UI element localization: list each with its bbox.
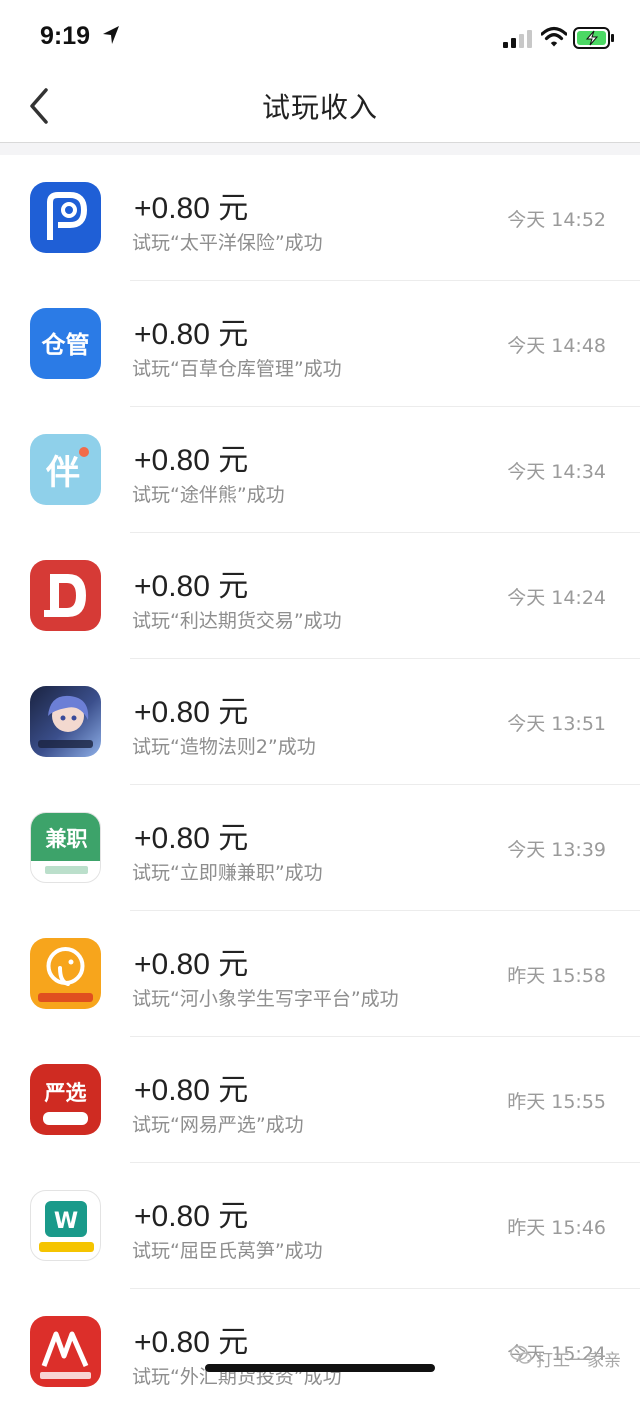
watsons-icon: W bbox=[30, 1190, 101, 1261]
tuban-icon-glyph: 伴 bbox=[45, 453, 80, 493]
income-time: 今天 14:48 bbox=[507, 335, 606, 357]
income-description: 试玩“屈臣氏莴笋”成功 bbox=[132, 1240, 323, 1262]
income-amount: +0.80 元 bbox=[134, 444, 249, 477]
income-record-list: +0.80 元 试玩“太平洋保险”成功 今天 14:52 仓管 +0.80 元 … bbox=[0, 155, 640, 1415]
wifi-icon bbox=[541, 26, 567, 47]
income-amount: +0.80 元 bbox=[134, 822, 249, 855]
income-time: 今天 13:51 bbox=[507, 713, 606, 735]
income-record-row[interactable]: 仓管 +0.80 元 试玩“百草仓库管理”成功 今天 14:48 bbox=[0, 281, 640, 407]
income-record-row[interactable]: +0.80 元 试玩“利达期货交易”成功 今天 14:24 bbox=[0, 533, 640, 659]
income-time: 昨天 15:46 bbox=[507, 1217, 606, 1239]
income-description: 试玩“太平洋保险”成功 bbox=[132, 232, 323, 254]
income-record-row[interactable]: +0.80 元 试玩“造物法则2”成功 今天 13:51 bbox=[0, 659, 640, 785]
parttime-job-icon: 兼职 bbox=[30, 812, 101, 883]
watsons-icon-glyph: W bbox=[54, 1209, 78, 1234]
home-indicator[interactable] bbox=[205, 1364, 435, 1372]
income-description: 试玩“途伴熊”成功 bbox=[132, 484, 285, 506]
income-description: 试玩“利达期货交易”成功 bbox=[132, 610, 342, 632]
wechat-watermark-icon bbox=[510, 1345, 532, 1364]
page-title: 试玩收入 bbox=[261, 91, 378, 124]
warehouse-icon-glyph: 仓管 bbox=[41, 331, 90, 359]
income-description: 试玩“河小象学生写字平台”成功 bbox=[132, 988, 399, 1010]
elephant-writing-icon bbox=[30, 938, 101, 1009]
income-record-row[interactable]: +0.80 元 试玩“太平洋保险”成功 今天 14:52 bbox=[0, 155, 640, 281]
yanxuan-icon-glyph: 严选 bbox=[45, 1081, 87, 1105]
income-time: 今天 14:24 bbox=[507, 587, 606, 609]
income-record-row[interactable]: 严选 +0.80 元 试玩“网易严选”成功 昨天 15:55 bbox=[0, 1037, 640, 1163]
status-time: 9:19 bbox=[40, 22, 91, 50]
income-amount: +0.80 元 bbox=[134, 1200, 249, 1233]
income-record-row[interactable]: 伴 +0.80 元 试玩“途伴熊”成功 今天 14:34 bbox=[0, 407, 640, 533]
income-description: 试玩“网易严选”成功 bbox=[132, 1114, 304, 1136]
income-time: 昨天 15:55 bbox=[507, 1091, 606, 1113]
zaowu-game-icon bbox=[30, 686, 101, 757]
baicao-warehouse-icon: 仓管 bbox=[30, 308, 101, 379]
income-time: 今天 13:39 bbox=[507, 839, 606, 861]
income-amount: +0.80 元 bbox=[134, 696, 249, 729]
cellular-signal-icon bbox=[503, 30, 532, 48]
income-amount: +0.80 元 bbox=[134, 948, 249, 981]
income-description: 试玩“立即赚兼职”成功 bbox=[132, 862, 323, 884]
income-description: 试玩“百草仓库管理”成功 bbox=[132, 358, 342, 380]
netease-yanxuan-icon: 严选 bbox=[30, 1064, 101, 1135]
income-record-row[interactable]: 兼职 +0.80 元 试玩“立即赚兼职”成功 今天 13:39 bbox=[0, 785, 640, 911]
income-amount: +0.80 元 bbox=[134, 318, 249, 351]
nav-bar: 试玩收入 bbox=[0, 70, 640, 143]
income-time: 昨天 15:58 bbox=[507, 965, 606, 987]
income-description: 试玩“造物法则2”成功 bbox=[132, 736, 316, 758]
income-amount: +0.80 元 bbox=[134, 570, 249, 603]
income-time: 今天 14:34 bbox=[507, 461, 606, 483]
watermark-text: 打工一家亲 bbox=[536, 1351, 621, 1371]
location-arrow-icon bbox=[103, 26, 119, 44]
income-amount: +0.80 元 bbox=[134, 1074, 249, 1107]
income-record-row[interactable]: +0.80 元 试玩“河小象学生写字平台”成功 昨天 15:58 bbox=[0, 911, 640, 1037]
income-time: 今天 14:52 bbox=[507, 209, 606, 231]
tubanxiong-icon: 伴 bbox=[30, 434, 101, 505]
income-record-row[interactable]: W +0.80 元 试玩“屈臣氏莴笋”成功 昨天 15:46 bbox=[0, 1163, 640, 1289]
income-amount: +0.80 元 bbox=[134, 1326, 249, 1359]
taiping-insurance-icon bbox=[30, 182, 101, 253]
lida-futures-icon bbox=[30, 560, 101, 631]
battery-charging-icon bbox=[573, 27, 614, 49]
income-amount: +0.80 元 bbox=[134, 192, 249, 225]
parttime-icon-glyph: 兼职 bbox=[46, 827, 88, 851]
status-bar: 9:19 bbox=[0, 0, 640, 70]
forex-futures-icon bbox=[30, 1316, 101, 1387]
